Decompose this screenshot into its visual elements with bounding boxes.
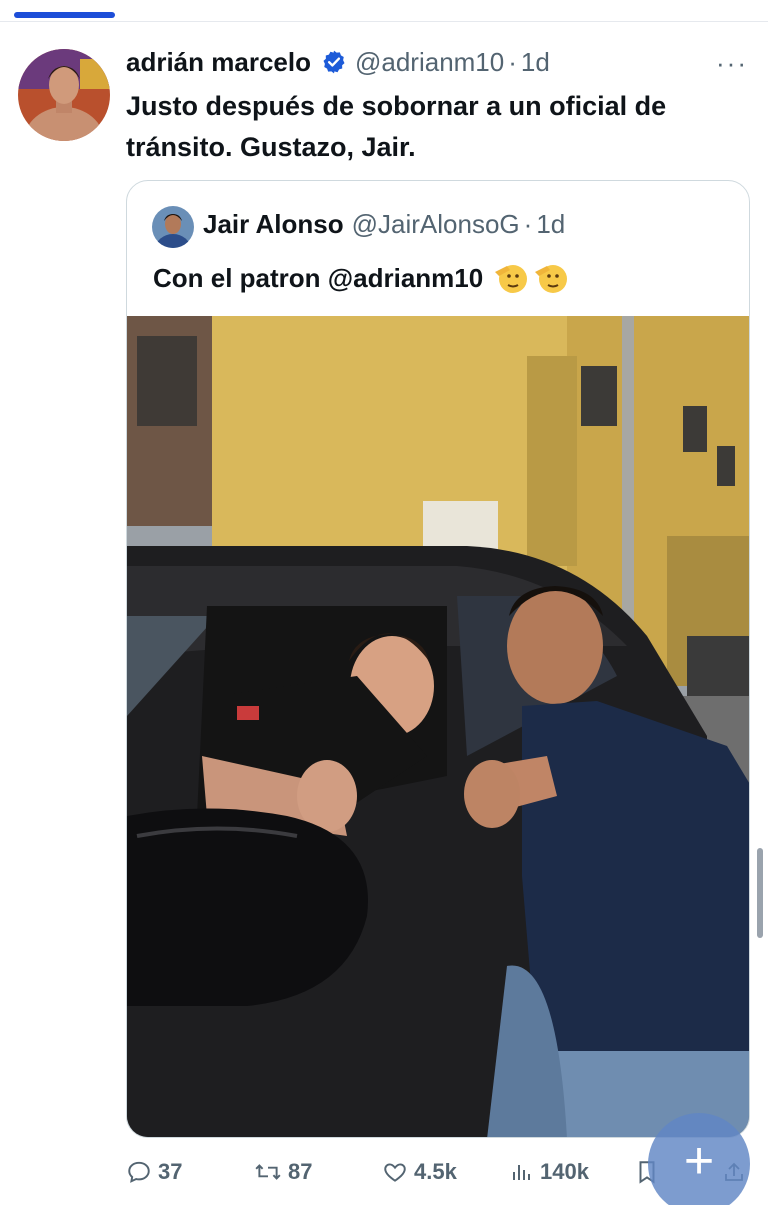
quoted-post-time: 1d [536,209,566,239]
repost-count: 87 [288,1159,313,1184]
plus-icon: + [683,1132,715,1190]
quoted-post-photo[interactable] [127,316,749,1137]
quoted-separator-dot: · [523,209,533,239]
like-count: 4.5k [414,1159,457,1184]
like-button[interactable]: 4.5k [382,1152,457,1192]
post-header: adrián marcelo @adrianm10 · 1d [126,44,550,80]
views-icon [513,1165,530,1180]
reply-count: 37 [158,1159,183,1184]
separator-dot: · [508,46,517,77]
quoted-post-text-line: Con el patron @adrianm10 [153,260,569,296]
repost-button[interactable]: 87 [254,1152,312,1192]
quoted-author-avatar [152,206,194,248]
active-tab-indicator [14,12,115,18]
compose-post-button[interactable]: + [648,1113,750,1205]
quoted-author-handle[interactable]: @JairAlonsoG [352,209,520,240]
emoji-group [493,260,569,296]
reply-button[interactable]: 37 [126,1152,182,1192]
quoted-post-header: Jair Alonso @JairAlonsoG · 1d [203,209,565,240]
post-time[interactable]: 1d [521,47,550,78]
scrollbar-thumb[interactable] [757,848,763,938]
reply-icon [128,1161,150,1183]
author-avatar[interactable] [18,49,110,141]
top-divider [0,21,768,22]
verified-badge-icon [321,49,347,75]
author-name[interactable]: adrián marcelo [126,47,311,78]
views-count: 140k [540,1159,589,1184]
quoted-post-card[interactable]: Jair Alonso @JairAlonsoG · 1d Con el pat… [126,180,750,1138]
author-handle[interactable]: @adrianm10 [355,47,504,78]
repost-icon [255,1164,281,1180]
quoted-author-name[interactable]: Jair Alonso [203,209,344,240]
saluting-face-emoji [535,265,568,293]
quoted-post-text: Con el patron @adrianm10 [153,262,484,293]
views-button[interactable]: 140k [510,1152,589,1192]
saluting-face-emoji [495,265,528,293]
post-text: Justo después de sobornar a un oficial d… [126,91,667,162]
like-icon [384,1163,406,1182]
more-options-icon[interactable]: ··· [716,48,748,79]
